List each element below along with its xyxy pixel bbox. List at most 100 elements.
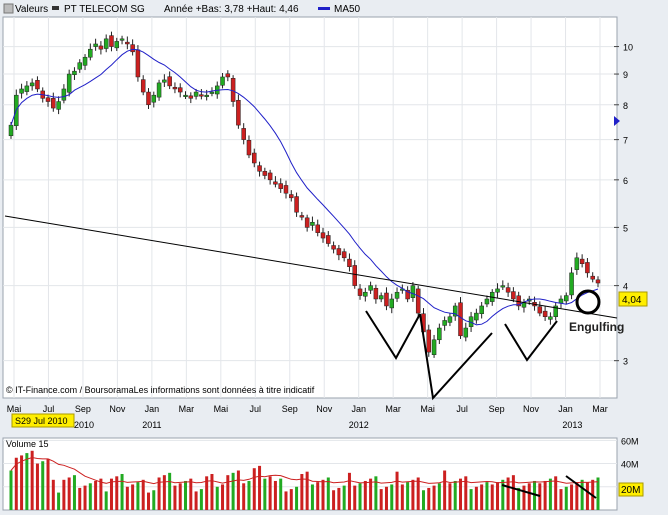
candle-body (29, 82, 35, 87)
candle-body (114, 41, 120, 49)
y-tick-label: 7 (623, 136, 628, 146)
volume-bar (247, 480, 251, 510)
candle-body (595, 279, 601, 284)
series-label: Valeurs (15, 4, 48, 15)
candle-body (415, 288, 421, 314)
volume-bar (469, 489, 473, 510)
volume-bar (83, 485, 87, 510)
candle-body (442, 320, 447, 326)
candle-body (341, 251, 347, 259)
candle-body (304, 217, 310, 228)
x-tick-label: Sep (489, 404, 505, 414)
volume-bar (146, 492, 150, 510)
x-tick-label: Mai (214, 404, 229, 414)
candle-body (77, 62, 82, 70)
candle-body (19, 88, 24, 94)
volume-bar (178, 483, 182, 510)
volume-bar (437, 483, 441, 510)
year-label: 2012 (349, 420, 369, 430)
engulfing-label: Engulfing (569, 320, 624, 334)
candle-body (66, 73, 72, 93)
candle-body (241, 128, 246, 140)
candle-body (590, 275, 595, 280)
candle-body (394, 291, 400, 299)
candle-body (167, 76, 172, 87)
candle-body (484, 298, 490, 305)
volume-bar (374, 476, 378, 510)
candle-body (88, 48, 93, 58)
volume-bar (221, 484, 225, 510)
volume-bar (575, 482, 579, 510)
volume-bar (517, 487, 521, 510)
volume-bar (284, 491, 288, 510)
candle-body (389, 298, 395, 309)
volume-bar (543, 480, 547, 510)
candle-body (320, 232, 326, 239)
volume-bar (189, 478, 193, 510)
volume-bar (527, 483, 531, 510)
candle-body (45, 97, 51, 102)
stock-chart: Valeurs PT TELECOM SG Année +Bas: 3,78 +… (2, 3, 648, 511)
volume-bar (62, 479, 66, 510)
candle-body (236, 99, 241, 126)
volume-bar (41, 461, 45, 510)
x-tick-label: Sep (75, 404, 91, 414)
candle-body (289, 194, 294, 199)
candle-body (125, 41, 130, 45)
candle-body (109, 35, 114, 47)
candle-body (135, 49, 141, 78)
volume-bar (384, 486, 388, 510)
volume-bar (321, 479, 325, 510)
candle-body (500, 285, 506, 288)
volume-bar (448, 483, 452, 510)
candle-body (56, 101, 61, 110)
year-label: 2013 (562, 420, 582, 430)
volume-bar (109, 478, 113, 510)
y-tick-label: 6 (623, 176, 628, 186)
volume-bar (99, 478, 103, 510)
candle-body (257, 165, 262, 172)
volume-bar (88, 483, 92, 510)
x-tick-label: Nov (109, 404, 126, 414)
candle-body (267, 172, 273, 181)
volume-bar (443, 470, 447, 510)
candle-body (357, 288, 363, 296)
volume-tick-label: 40M (621, 460, 639, 470)
candle-body (252, 152, 257, 164)
candle-body (542, 310, 548, 318)
volume-bar (252, 468, 256, 510)
volume-bar (236, 470, 240, 510)
candle-body (204, 94, 209, 97)
x-tick-label: Mai (7, 404, 22, 414)
candle-body (246, 140, 252, 156)
candle-body (378, 295, 384, 300)
candle-body (431, 339, 437, 355)
candle-body (119, 38, 125, 41)
candle-body (72, 70, 77, 75)
volume-bar (141, 479, 145, 510)
source-text: © IT-Finance.com / BoursoramaLes informa… (6, 385, 315, 395)
candle-body (35, 80, 40, 90)
candle-body (363, 291, 368, 297)
volume-bar (353, 485, 357, 510)
x-tick-label: Sep (282, 404, 298, 414)
volume-bar (358, 483, 362, 510)
candle-body (130, 44, 135, 53)
volume-bar (326, 477, 330, 510)
volume-bar (125, 486, 129, 510)
candle-body (384, 292, 389, 307)
candle-body (61, 88, 67, 101)
candle-body (410, 285, 416, 298)
candle-body (294, 196, 299, 213)
candle-body (299, 215, 305, 218)
volume-badge-text: 20M (621, 485, 640, 496)
candle-body (336, 248, 342, 256)
volume-bar (522, 485, 526, 510)
volume-bar (168, 472, 172, 510)
candle-body (156, 82, 162, 98)
candle-body (82, 56, 88, 66)
volume-bar (480, 484, 484, 510)
volume-bar (596, 477, 600, 510)
candle-body (273, 181, 278, 185)
candle-body (574, 257, 580, 270)
